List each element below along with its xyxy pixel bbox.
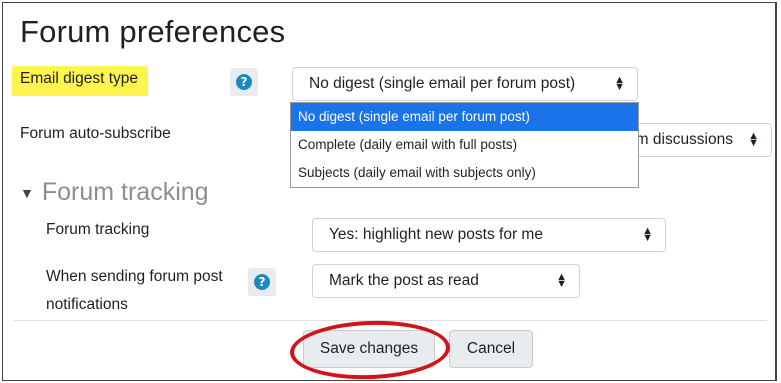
updown-caret-icon: ▲ ▼	[748, 130, 759, 149]
divider	[14, 320, 767, 321]
email-digest-help-icon[interactable]: ?	[230, 68, 258, 96]
email-digest-select[interactable]: No digest (single email per forum post) …	[292, 67, 638, 101]
notifications-label: When sending forum post notifications	[46, 268, 223, 313]
notifications-select[interactable]: Mark the post as read ▲ ▼	[312, 264, 580, 298]
forum-tracking-section-toggle[interactable]: ▼ Forum tracking	[20, 178, 209, 207]
updown-caret-icon: ▲ ▼	[642, 225, 653, 244]
forum-tracking-label: Forum tracking	[46, 221, 150, 238]
question-circle-icon: ?	[236, 74, 252, 90]
dropdown-option-subjects[interactable]: Subjects (daily email with subjects only…	[291, 159, 638, 187]
triangle-down-icon: ▼	[20, 184, 34, 201]
question-circle-icon: ?	[254, 274, 270, 290]
page-title: Forum preferences	[20, 14, 286, 49]
email-digest-value: No digest (single email per forum post)	[309, 75, 576, 92]
forum-tracking-select[interactable]: Yes: highlight new posts for me ▲ ▼	[312, 218, 666, 252]
notifications-help-icon[interactable]: ?	[248, 268, 276, 296]
notifications-value: Mark the post as read	[329, 272, 479, 289]
forum-tracking-heading: Forum tracking	[41, 178, 209, 206]
auto-subscribe-value: m discussions	[635, 131, 733, 148]
cancel-button[interactable]: Cancel	[449, 330, 533, 368]
forum-tracking-value: Yes: highlight new posts for me	[329, 226, 543, 243]
auto-subscribe-label: Forum auto-subscribe	[20, 125, 171, 142]
email-digest-dropdown: No digest (single email per forum post) …	[290, 102, 639, 188]
updown-caret-icon: ▲ ▼	[614, 74, 625, 93]
email-digest-label: Email digest type	[12, 66, 149, 96]
dropdown-option-complete[interactable]: Complete (daily email with full posts)	[291, 131, 638, 159]
updown-caret-icon: ▲ ▼	[556, 271, 567, 290]
save-changes-button[interactable]: Save changes	[303, 330, 435, 368]
dropdown-option-no-digest[interactable]: No digest (single email per forum post)	[291, 103, 638, 131]
